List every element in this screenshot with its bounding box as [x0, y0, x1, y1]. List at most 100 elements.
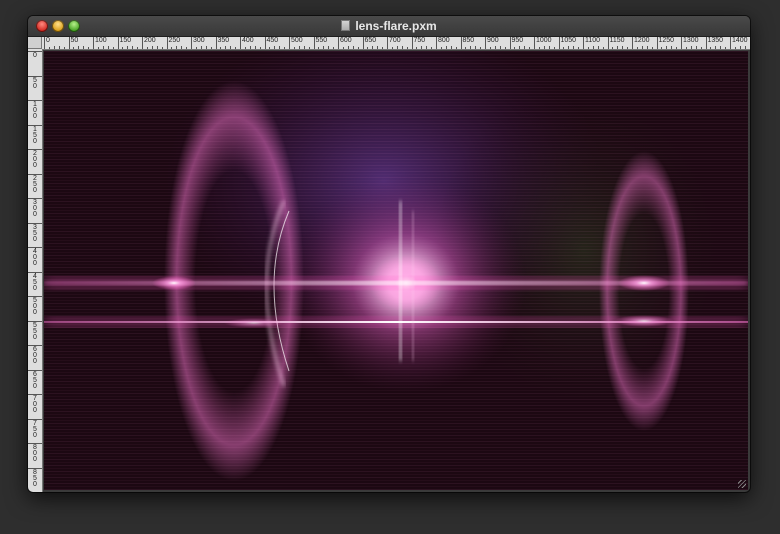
- ruler-minor-tick: [254, 46, 256, 49]
- ruler-minor-tick: [97, 47, 99, 49]
- ruler-minor-tick: [195, 47, 197, 49]
- ruler-minor-tick: [58, 46, 60, 49]
- ruler-minor-tick: [543, 46, 545, 49]
- ruler-label: 7 0 0: [33, 395, 37, 414]
- ruler-minor-tick: [48, 47, 50, 49]
- ruler-minor-tick: [499, 46, 501, 49]
- ruler-minor-tick: [671, 46, 673, 49]
- ruler-minor-tick: [587, 47, 589, 49]
- ruler-label: 650: [364, 37, 377, 44]
- ruler-label: 100: [95, 37, 107, 44]
- ruler-minor-tick: [734, 47, 736, 49]
- ruler-minor-tick: [455, 47, 457, 49]
- ruler-minor-tick: [514, 47, 516, 49]
- ruler-minor-tick: [504, 47, 506, 49]
- ruler-minor-tick: [293, 47, 295, 49]
- ruler-tick: [191, 37, 192, 49]
- ruler-tick: [215, 37, 217, 49]
- ruler-tick: [583, 37, 584, 49]
- ruler-tick: [240, 37, 241, 49]
- ruler-label: 7 5 0: [33, 419, 37, 439]
- ruler-tick: [509, 37, 511, 49]
- ruler-minor-tick: [396, 46, 398, 49]
- ruler-label: 1300: [683, 37, 699, 44]
- ruler-minor-tick: [112, 47, 114, 49]
- ruler-tick: [264, 37, 266, 49]
- ruler-minor-tick: [308, 47, 310, 49]
- ruler-minor-tick: [377, 46, 379, 49]
- ruler-label: 1400: [732, 37, 748, 44]
- ruler-label: 1150: [609, 37, 625, 44]
- ruler-minor-tick: [426, 46, 428, 49]
- ruler-minor-tick: [651, 47, 653, 49]
- ruler-label: 0: [33, 52, 37, 59]
- ruler-minor-tick: [176, 46, 178, 49]
- ruler-minor-tick: [303, 46, 305, 49]
- image-canvas[interactable]: [44, 51, 748, 490]
- ruler-minor-tick: [88, 47, 90, 49]
- horizontal-ruler[interactable]: 0 50 100 150 200 250 300 350 400 450 500 550 600 650 7…: [42, 37, 750, 50]
- ruler-minor-tick: [151, 46, 153, 49]
- ruler-tick: [705, 37, 707, 49]
- ruler-minor-tick: [494, 46, 496, 49]
- vertical-ruler[interactable]: 0 5 0 1 0 0 1 5 0 2 0 0 2 5 0 3 0 0 3 5 0 4 0 0 4…: [28, 49, 43, 492]
- ruler-tick: [607, 37, 609, 49]
- ruler-label: 350: [217, 37, 230, 44]
- title-bar[interactable]: lens-flare.pxm: [28, 16, 750, 37]
- ruler-label: 8 0 0: [33, 444, 37, 463]
- ruler-minor-tick: [342, 47, 344, 49]
- ruler-minor-tick: [685, 47, 687, 49]
- ruler-label: 50: [70, 37, 79, 44]
- ruler-minor-tick: [357, 47, 359, 49]
- ruler-minor-tick: [352, 46, 354, 49]
- ruler-tick: [411, 37, 413, 49]
- ruler-minor-tick: [161, 47, 163, 49]
- ruler-minor-tick: [205, 46, 207, 49]
- ruler-minor-tick: [661, 47, 663, 49]
- ruler-label: 500: [291, 37, 303, 44]
- ruler-minor-tick: [347, 46, 349, 49]
- ruler-label: 5 0: [33, 76, 37, 90]
- ruler-minor-tick: [739, 46, 741, 49]
- ruler-label: 5 0 0: [33, 297, 37, 316]
- ruler-tick: [289, 37, 290, 49]
- lens-flare-image: [44, 51, 748, 490]
- ruler-minor-tick: [622, 46, 624, 49]
- ruler-tick: [44, 37, 45, 49]
- ruler-minor-tick: [127, 46, 129, 49]
- ruler-minor-tick: [318, 47, 320, 49]
- ruler-minor-tick: [636, 47, 638, 49]
- ruler-minor-tick: [210, 47, 212, 49]
- ruler-minor-tick: [279, 46, 281, 49]
- document-window: lens-flare.pxm 0 50 100 150 200 250 300 350 400 4…: [28, 16, 750, 492]
- ruler-minor-tick: [553, 47, 555, 49]
- ruler-minor-tick: [470, 46, 472, 49]
- ruler-minor-tick: [181, 46, 183, 49]
- ruler-minor-tick: [225, 46, 227, 49]
- ruler-minor-tick: [220, 47, 222, 49]
- ruler-minor-tick: [612, 47, 614, 49]
- ruler-minor-tick: [391, 47, 393, 49]
- ruler-minor-tick: [641, 46, 643, 49]
- ruler-minor-tick: [230, 46, 232, 49]
- ruler-label: 1000: [536, 37, 552, 44]
- ruler-minor-tick: [627, 47, 629, 49]
- ruler-minor-tick: [695, 46, 697, 49]
- ruler-minor-tick: [715, 46, 717, 49]
- ruler-label: 150: [119, 37, 132, 44]
- ruler-label: 2 5 0: [33, 174, 37, 194]
- ruler-minor-tick: [450, 46, 452, 49]
- ruler-minor-tick: [602, 47, 604, 49]
- ruler-minor-tick: [200, 46, 202, 49]
- ruler-minor-tick: [274, 46, 276, 49]
- ruler-minor-tick: [690, 46, 692, 49]
- document-icon: [341, 20, 351, 31]
- ruler-label: 1 5 0: [33, 125, 37, 145]
- ruler-tick: [632, 37, 633, 49]
- ruler-minor-tick: [259, 47, 261, 49]
- ruler-tick: [142, 37, 143, 49]
- ruler-minor-tick: [416, 47, 418, 49]
- resize-grip[interactable]: [738, 480, 746, 488]
- ruler-tick: [68, 37, 70, 49]
- ruler-minor-tick: [382, 47, 384, 49]
